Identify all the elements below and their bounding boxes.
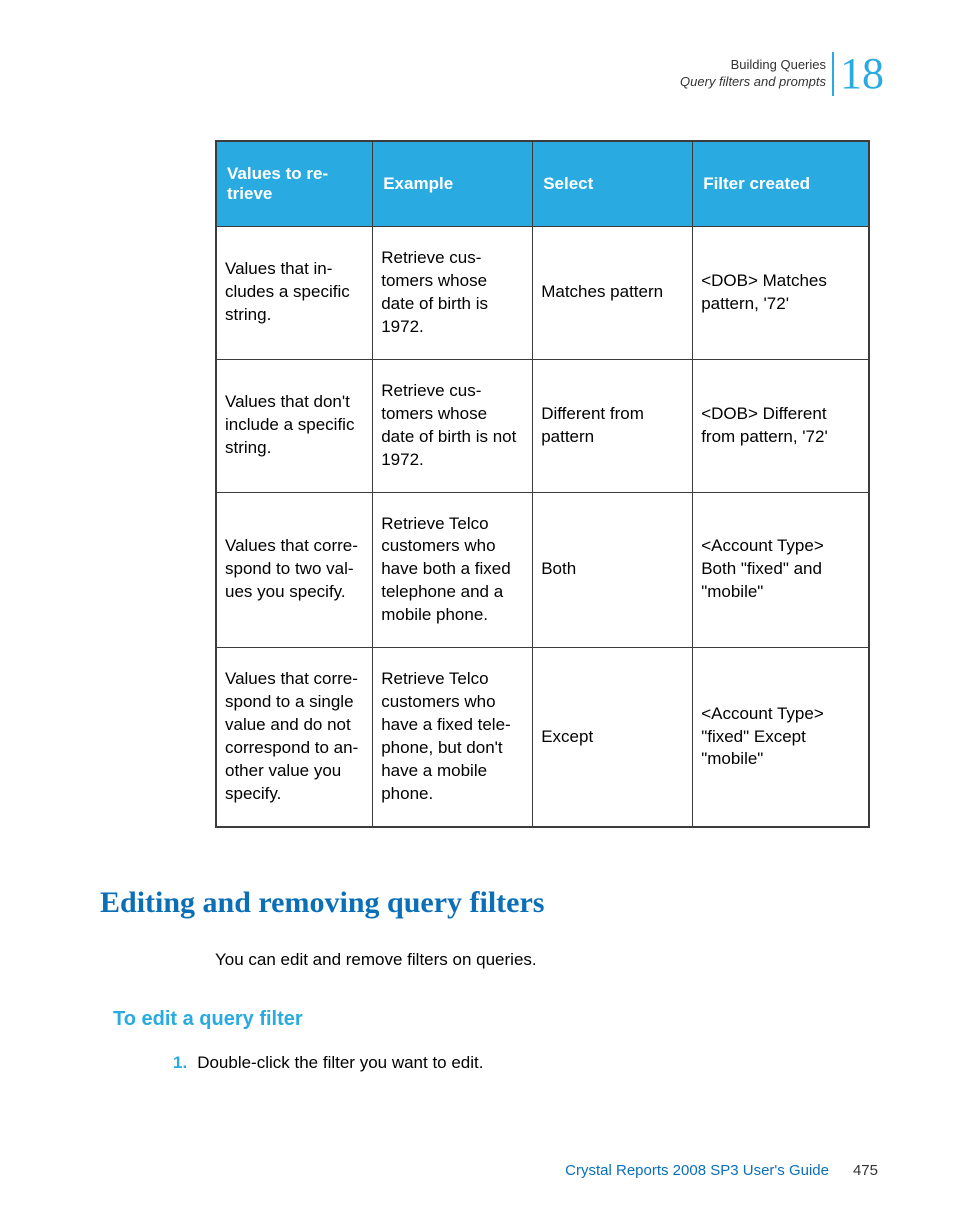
step-text: Double-click the filter you want to edit… [197,1053,483,1073]
table-cell: Retrieve Telco customers who have both a… [373,492,533,648]
chapter-number: 18 [832,52,884,96]
table-cell: Different from pattern [533,359,693,492]
section-subheading: To edit a query filter [113,1008,870,1031]
table-row: Values that don't include a specific str… [216,359,869,492]
step-item: 1. Double-click the filter you want to e… [173,1053,870,1073]
section-heading: Editing and removing query filters [100,886,870,920]
table-cell: Except [533,648,693,827]
header-line-2: Query filters and prompts [680,74,826,91]
table-cell: Matches pattern [533,227,693,360]
table-header-select: Select [533,141,693,227]
step-number: 1. [173,1053,187,1073]
table-cell: Retrieve cus­tomers whose date of birth … [373,359,533,492]
table-header-values: Values to re­trieve [216,141,373,227]
table-cell: <DOB> Different from pattern, '72' [693,359,869,492]
table-header-filter: Filter created [693,141,869,227]
filter-operators-table: Values to re­trieve Example Select Filte… [215,140,870,828]
table-row: Values that corre­spond to two val­ues y… [216,492,869,648]
page-header: Building Queries Query filters and promp… [680,52,884,96]
footer-guide-title: Crystal Reports 2008 SP3 User's Guide [565,1162,829,1179]
header-text: Building Queries Query filters and promp… [680,57,826,91]
header-line-1: Building Queries [680,57,826,74]
table-cell: <Account Type> Both "fixed" and "mobile" [693,492,869,648]
table-header-example: Example [373,141,533,227]
table-cell: Retrieve Telco customers who have a fixe… [373,648,533,827]
table-cell: <DOB> Matches pattern, '72' [693,227,869,360]
table-cell: Values that corre­spond to a single valu… [216,648,373,827]
table-cell: Values that in­cludes a specific string. [216,227,373,360]
main-content: Values to re­trieve Example Select Filte… [215,140,870,1073]
table-cell: Values that don't include a specific str… [216,359,373,492]
footer-page-number: 475 [853,1162,878,1179]
table-row: Values that in­cludes a specific string.… [216,227,869,360]
table-cell: <Account Type> "fixed" Except "mobile" [693,648,869,827]
table-cell: Retrieve cus­tomers whose date of birth … [373,227,533,360]
section-intro-text: You can edit and remove filters on queri… [215,950,870,970]
table-row: Values that corre­spond to a single valu… [216,648,869,827]
page-footer: Crystal Reports 2008 SP3 User's Guide 47… [565,1162,878,1179]
table-header-row: Values to re­trieve Example Select Filte… [216,141,869,227]
table-cell: Both [533,492,693,648]
table-cell: Values that corre­spond to two val­ues y… [216,492,373,648]
